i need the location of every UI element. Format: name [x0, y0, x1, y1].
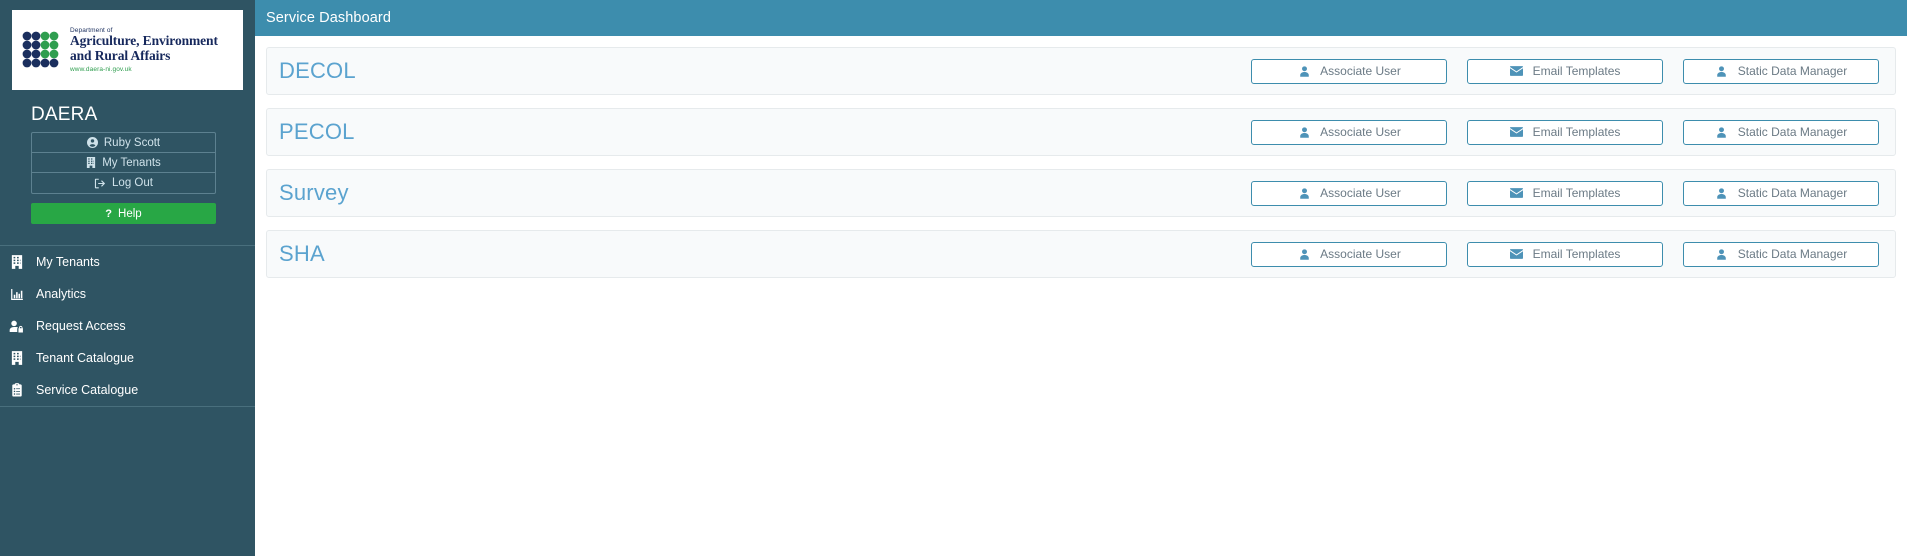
static-data-manager-label: Static Data Manager	[1737, 247, 1848, 261]
sign-out-icon	[94, 178, 106, 189]
logo-name-line-1: Agriculture, Environment	[70, 33, 218, 49]
user-icon	[1297, 187, 1311, 199]
user-icon	[1715, 65, 1729, 77]
sidebar-label-analytics: Analytics	[36, 287, 87, 301]
brand-title: DAERA	[31, 104, 98, 125]
associate-user-button[interactable]: Associate User	[1251, 58, 1447, 84]
user-icon	[1297, 126, 1311, 138]
associate-user-label: Associate User	[1320, 247, 1401, 261]
user-menu-item-profile[interactable]: Ruby Scott	[32, 133, 215, 153]
static-data-manager-button[interactable]: Static Data Manager	[1683, 119, 1879, 145]
logo-name-line-2: and Rural Affairs	[70, 47, 171, 63]
service-actions: Associate User Email Templates Static Da…	[1251, 241, 1879, 267]
email-templates-label: Email Templates	[1532, 64, 1621, 78]
user-menu: Ruby Scott My Tenants Log Out	[31, 132, 216, 194]
associate-user-button[interactable]: Associate User	[1251, 180, 1447, 206]
question-mark-icon: ?	[105, 207, 113, 220]
daera-logo: Department of Agriculture, Environment a…	[12, 10, 243, 90]
associate-user-button[interactable]: Associate User	[1251, 119, 1447, 145]
user-circle-icon	[86, 137, 98, 148]
sidebar-label-request-access: Request Access	[36, 319, 126, 333]
help-button-label: Help	[118, 207, 142, 220]
envelope-icon	[1510, 66, 1524, 76]
user-icon	[1715, 126, 1729, 138]
user-menu-label-logout: Log Out	[112, 177, 153, 189]
user-icon	[1715, 248, 1729, 260]
sidebar-item-service-catalogue[interactable]: Service Catalogue	[0, 374, 255, 406]
service-title: DECOL	[279, 58, 356, 83]
clipboard-list-icon	[8, 383, 25, 397]
sidebar-filler	[0, 407, 255, 556]
user-menu-label-profile: Ruby Scott	[103, 136, 161, 149]
service-list: DECOL Associate User Email Templates Sta…	[255, 36, 1907, 556]
service-actions: Associate User Email Templates Static Da…	[1251, 180, 1879, 206]
sidebar-item-analytics[interactable]: Analytics	[0, 278, 255, 310]
chart-bar-icon	[8, 288, 25, 301]
static-data-manager-label: Static Data Manager	[1737, 186, 1848, 200]
service-actions: Associate User Email Templates Static Da…	[1251, 58, 1879, 84]
sidebar-item-tenant-catalogue[interactable]: Tenant Catalogue	[0, 342, 255, 374]
user-icon	[1297, 248, 1311, 260]
user-menu-item-logout[interactable]: Log Out	[32, 173, 215, 193]
envelope-icon	[1510, 127, 1524, 137]
envelope-icon	[1510, 249, 1524, 259]
sidebar-label-service-catalogue: Service Catalogue	[36, 383, 139, 397]
email-templates-label: Email Templates	[1532, 125, 1621, 139]
service-actions: Associate User Email Templates Static Da…	[1251, 119, 1879, 145]
service-title: Survey	[279, 180, 349, 205]
page-header: Service Dashboard	[255, 0, 1907, 36]
user-icon	[1297, 65, 1311, 77]
email-templates-button[interactable]: Email Templates	[1467, 58, 1663, 84]
sidebar: Department of Agriculture, Environment a…	[0, 0, 255, 556]
email-templates-button[interactable]: Email Templates	[1467, 241, 1663, 267]
email-templates-button[interactable]: Email Templates	[1467, 119, 1663, 145]
email-templates-label: Email Templates	[1532, 186, 1621, 200]
user-menu-item-my-tenants[interactable]: My Tenants	[32, 153, 215, 173]
envelope-icon	[1510, 188, 1524, 198]
user-lock-icon	[8, 320, 25, 333]
email-templates-label: Email Templates	[1532, 247, 1621, 261]
service-card: PECOL Associate User Email Templates Sta…	[266, 108, 1896, 156]
static-data-manager-button[interactable]: Static Data Manager	[1683, 241, 1879, 267]
static-data-manager-label: Static Data Manager	[1737, 125, 1848, 139]
sidebar-label-tenant-catalogue: Tenant Catalogue	[36, 351, 134, 365]
associate-user-label: Associate User	[1320, 125, 1401, 139]
static-data-manager-button[interactable]: Static Data Manager	[1683, 58, 1879, 84]
logo-url: www.daera-ni.gov.uk	[70, 66, 132, 74]
associate-user-button[interactable]: Associate User	[1251, 241, 1447, 267]
user-icon	[1715, 187, 1729, 199]
content-area: Service Dashboard DECOL Associate User E…	[255, 0, 1907, 556]
daera-logo-mark	[22, 31, 59, 68]
associate-user-label: Associate User	[1320, 186, 1401, 200]
building-icon	[8, 351, 25, 365]
page-title: Service Dashboard	[266, 10, 392, 26]
app-root: Department of Agriculture, Environment a…	[0, 0, 1907, 556]
static-data-manager-button[interactable]: Static Data Manager	[1683, 180, 1879, 206]
service-title: SHA	[279, 241, 325, 266]
building-icon	[8, 255, 25, 269]
service-card: DECOL Associate User Email Templates Sta…	[266, 47, 1896, 95]
user-menu-label-my-tenants: My Tenants	[102, 156, 161, 169]
sidebar-nav: My Tenants Analytics Request Access Tena…	[0, 246, 255, 406]
sidebar-label-my-tenants: My Tenants	[36, 255, 100, 269]
service-title: PECOL	[279, 119, 355, 144]
service-card: SHA Associate User Email Templates Stati…	[266, 230, 1896, 278]
building-icon	[86, 157, 96, 168]
sidebar-item-my-tenants[interactable]: My Tenants	[0, 246, 255, 278]
daera-logo-text: Department of Agriculture, Environment a…	[70, 27, 218, 74]
help-button[interactable]: ? Help	[31, 203, 216, 224]
sidebar-item-request-access[interactable]: Request Access	[0, 310, 255, 342]
email-templates-button[interactable]: Email Templates	[1467, 180, 1663, 206]
associate-user-label: Associate User	[1320, 64, 1401, 78]
static-data-manager-label: Static Data Manager	[1737, 64, 1848, 78]
service-card: Survey Associate User Email Templates St…	[266, 169, 1896, 217]
